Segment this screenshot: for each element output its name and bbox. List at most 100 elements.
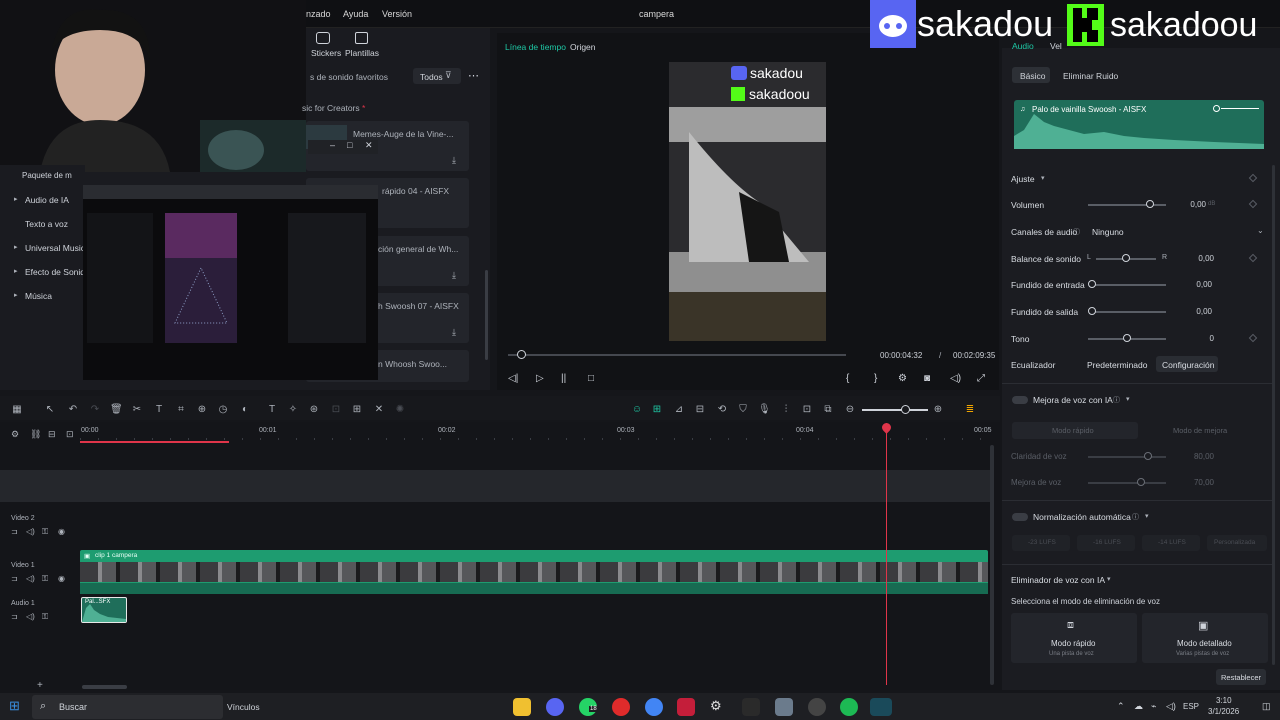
- reset-button[interactable]: Restablecer: [1216, 669, 1266, 685]
- menu-item-avanzado[interactable]: nzado: [306, 9, 331, 19]
- grid-icon[interactable]: ▦: [11, 404, 23, 416]
- download-icon[interactable]: ⤓: [452, 155, 456, 166]
- lock-icon[interactable]: ⚿: [42, 527, 48, 537]
- tab-velocidad[interactable]: Vel: [1050, 41, 1062, 51]
- section-ajuste[interactable]: Ajuste: [1011, 174, 1035, 184]
- remover-detail-card[interactable]: ▣ Modo detallado Varias pistas de voz: [1142, 613, 1268, 663]
- notification-icon[interactable]: ◫: [1262, 701, 1271, 712]
- timeline-hscroll[interactable]: [82, 685, 127, 689]
- windows-start-icon[interactable]: ⊞: [9, 698, 20, 714]
- zoom-out-icon[interactable]: ⊖: [844, 404, 856, 416]
- fade-in-value[interactable]: 0,00: [1180, 280, 1212, 289]
- ai-tool-icon[interactable]: ✧: [287, 404, 299, 416]
- lock-icon[interactable]: ⚿: [42, 612, 48, 622]
- split-icon[interactable]: ⊟: [694, 404, 706, 416]
- volume-tray-icon[interactable]: ◁): [1166, 701, 1176, 712]
- lufs-option[interactable]: Personalizada: [1207, 535, 1267, 551]
- folder-icon[interactable]: ⊐: [11, 574, 18, 583]
- taskbar-search[interactable]: ⌕ Buscar: [32, 695, 223, 719]
- chrome-icon[interactable]: [645, 698, 663, 716]
- mejora-value[interactable]: 70,00: [1180, 478, 1214, 487]
- mark-out-icon[interactable]: }: [874, 373, 877, 384]
- media-player-icon[interactable]: [612, 698, 630, 716]
- ai-assistant-icon[interactable]: ☺: [631, 404, 643, 416]
- help-icon[interactable]: ⓘ: [1113, 395, 1120, 405]
- playhead[interactable]: [886, 423, 887, 685]
- stabilize-icon[interactable]: ✺: [394, 404, 406, 416]
- stickers-label[interactable]: Stickers: [311, 48, 341, 58]
- lufs-option[interactable]: -16 LUFS: [1077, 535, 1135, 551]
- app-icon[interactable]: [677, 698, 695, 716]
- fade-in-slider[interactable]: [1092, 284, 1166, 286]
- language-indicator[interactable]: ESP: [1183, 702, 1199, 711]
- tracks-view-icon[interactable]: ≣: [964, 404, 976, 416]
- file-explorer-icon[interactable]: [513, 698, 531, 716]
- text-icon[interactable]: T: [153, 404, 165, 416]
- volumen-slider[interactable]: [1088, 204, 1166, 206]
- maximize-icon[interactable]: □: [347, 140, 352, 150]
- help-icon[interactable]: ⓘ: [1073, 227, 1080, 237]
- filmora-taskbar-icon[interactable]: [870, 698, 892, 716]
- voice-enh-toggle[interactable]: [1012, 396, 1028, 404]
- marker-icon[interactable]: ⊿: [673, 404, 685, 416]
- more-options-icon[interactable]: ⋯: [468, 69, 479, 82]
- volume-icon[interactable]: ◁): [950, 373, 961, 384]
- select-icon[interactable]: ↖: [44, 404, 56, 416]
- chevron-down-icon[interactable]: ▾: [1126, 395, 1130, 403]
- lufs-option[interactable]: -23 LUFS: [1012, 535, 1070, 551]
- eye-icon[interactable]: ◉: [58, 574, 65, 583]
- help-icon[interactable]: ⓘ: [1132, 512, 1139, 522]
- snapshot-icon[interactable]: ◙: [924, 373, 930, 384]
- scrubber-handle[interactable]: [517, 350, 526, 359]
- track-settings-icon[interactable]: ⚙: [11, 429, 19, 440]
- chevron-down-icon[interactable]: ▾: [1145, 512, 1149, 520]
- pause-icon[interactable]: ||: [561, 373, 566, 384]
- mode-fast-tab[interactable]: Modo rápido: [1012, 422, 1138, 439]
- speed-icon[interactable]: ◷: [217, 404, 229, 416]
- minimize-icon[interactable]: –: [330, 140, 335, 150]
- speaker-icon[interactable]: ◁): [26, 612, 35, 621]
- lufs-option[interactable]: -14 LUFS: [1142, 535, 1200, 551]
- timeline-vscroll[interactable]: [990, 445, 994, 685]
- filter-dropdown[interactable]: Todos ⊽: [413, 68, 461, 84]
- chevron-down-icon[interactable]: ▾: [1107, 575, 1111, 583]
- speaker-icon[interactable]: ◁): [26, 527, 35, 536]
- download-icon[interactable]: ⤓: [452, 270, 456, 281]
- eq-config-button[interactable]: Configuración: [1156, 356, 1218, 372]
- clip-volume-knob[interactable]: [1213, 105, 1220, 112]
- stickers-icon[interactable]: [316, 32, 330, 44]
- clock-date[interactable]: 3/1/2026: [1208, 707, 1239, 716]
- templates-icon[interactable]: [355, 32, 368, 44]
- disabled-tool-icon[interactable]: ⊡: [330, 404, 342, 416]
- tab-timeline[interactable]: Línea de tiempo: [505, 42, 566, 52]
- volumen-value[interactable]: 0,00: [1180, 200, 1206, 209]
- claridad-value[interactable]: 80,00: [1180, 452, 1214, 461]
- fade-out-knob[interactable]: [1088, 307, 1096, 315]
- app-icon[interactable]: [775, 698, 793, 716]
- claridad-knob[interactable]: [1144, 452, 1152, 460]
- prev-frame-icon[interactable]: ◁|: [508, 373, 518, 384]
- tono-knob[interactable]: [1123, 334, 1131, 342]
- tab-audio[interactable]: Audio: [1012, 41, 1034, 51]
- play-icon[interactable]: ▷: [536, 373, 544, 384]
- volumen-knob[interactable]: [1146, 200, 1154, 208]
- download-icon[interactable]: ⤓: [452, 327, 456, 338]
- canales-dropdown[interactable]: Ninguno: [1092, 227, 1124, 237]
- crop-icon[interactable]: ⌗: [175, 404, 187, 416]
- cloud-icon[interactable]: ☁: [1134, 701, 1143, 712]
- undo-icon[interactable]: ↶: [67, 404, 79, 416]
- menu-item-ayuda[interactable]: Ayuda: [343, 9, 368, 19]
- sidebar-item-audio-ia[interactable]: Audio de IA: [25, 195, 69, 205]
- menu-item-version[interactable]: Versión: [382, 9, 412, 19]
- shield-icon[interactable]: ⛉: [737, 404, 749, 416]
- tono-value[interactable]: 0: [1190, 334, 1214, 343]
- mark-in-icon[interactable]: {: [846, 373, 849, 384]
- track-view-icon[interactable]: ⊡: [66, 429, 74, 440]
- delete-icon[interactable]: 🗑: [110, 404, 123, 416]
- eye-icon[interactable]: ◉: [58, 527, 65, 536]
- links-toolbar[interactable]: Vínculos: [227, 702, 260, 712]
- cut-icon[interactable]: ✂: [131, 404, 143, 416]
- transform-icon[interactable]: ✕: [373, 404, 385, 416]
- norm-toggle[interactable]: [1012, 513, 1028, 521]
- ai-text-icon[interactable]: T: [266, 404, 278, 416]
